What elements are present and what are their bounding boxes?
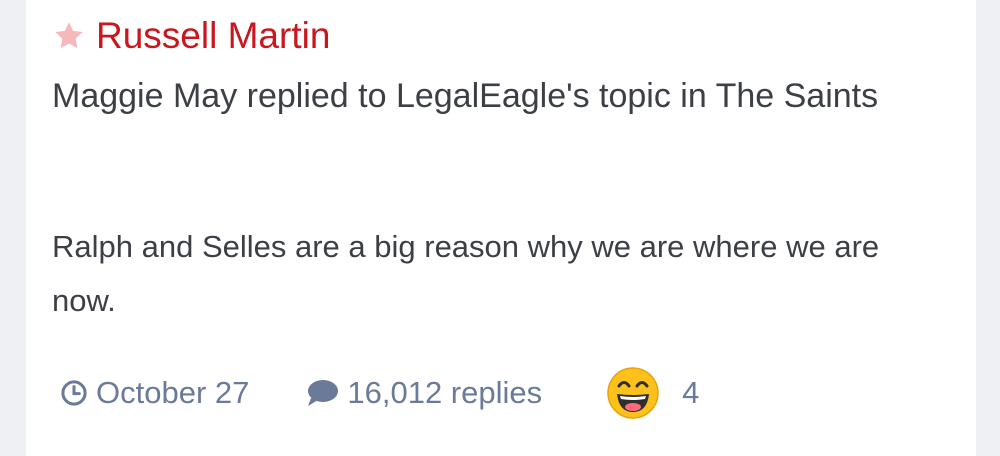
replies-label: 16,012 replies xyxy=(347,375,543,410)
item-meta: October 27 16,012 replies 4 xyxy=(60,366,699,420)
meta-reaction[interactable]: 4 xyxy=(606,366,699,420)
item-title-link[interactable]: Russell Martin xyxy=(96,14,330,58)
post-snippet[interactable]: Ralph and Selles are a big reason why we… xyxy=(52,220,902,328)
grinning-face-icon xyxy=(606,366,660,420)
item-title-row: Russell Martin xyxy=(52,14,330,58)
clock-icon xyxy=(60,379,88,407)
activity-description[interactable]: Maggie May replied to LegalEagle's topic… xyxy=(52,70,902,123)
star-icon xyxy=(52,19,86,53)
reaction-count: 4 xyxy=(682,375,700,410)
meta-date[interactable]: October 27 xyxy=(60,375,249,411)
date-label: October 27 xyxy=(96,375,250,410)
comment-icon xyxy=(305,378,339,408)
meta-replies[interactable]: 16,012 replies xyxy=(305,375,542,411)
